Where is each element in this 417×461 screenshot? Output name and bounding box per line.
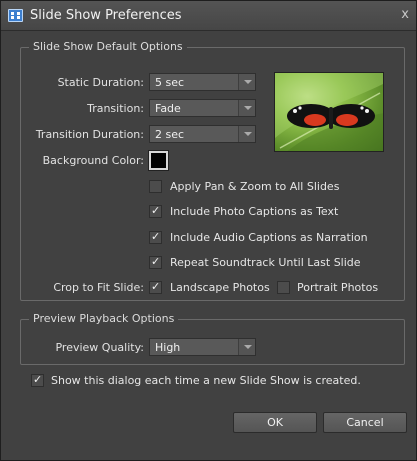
photo-captions-checkbox[interactable] [149, 204, 162, 218]
preview-quality-label: Preview Quality: [55, 341, 144, 354]
portrait-photos-checkbox[interactable] [277, 281, 290, 294]
chevron-down-icon [244, 106, 252, 110]
window-title: Slide Show Preferences [30, 8, 182, 23]
transition-duration-label: Transition Duration: [35, 128, 144, 141]
show-dialog-checkbox[interactable] [31, 373, 44, 387]
background-color-swatch[interactable] [148, 150, 169, 171]
preview-quality-select[interactable]: High [149, 338, 256, 356]
audio-captions-checkbox[interactable] [149, 230, 162, 244]
cancel-button[interactable]: Cancel [323, 412, 407, 433]
chevron-down-icon [244, 80, 252, 84]
slide-show-preferences-dialog: Slide Show Preferences x Slide Show Defa… [0, 0, 417, 461]
transition-duration-arrow [238, 126, 255, 142]
transition-label: Transition: [87, 102, 144, 115]
transition-arrow [238, 100, 255, 116]
show-dialog-label: Show this dialog each time a new Slide S… [51, 374, 361, 387]
transition-preview-image [274, 72, 384, 152]
background-color-label: Background Color: [42, 154, 144, 167]
default-options-legend: Slide Show Default Options [29, 40, 187, 53]
transition-duration-select[interactable]: 2 sec [149, 125, 256, 143]
chevron-down-icon [244, 345, 252, 349]
audio-captions-label: Include Audio Captions as Narration [170, 231, 368, 244]
butterfly-image [275, 73, 383, 151]
apply-pan-zoom-label: Apply Pan & Zoom to All Slides [170, 180, 340, 193]
preview-quality-arrow [238, 339, 255, 355]
static-duration-label: Static Duration: [57, 76, 144, 89]
ok-button[interactable]: OK [233, 412, 317, 433]
static-duration-select[interactable]: 5 sec [149, 73, 256, 91]
title-bar: Slide Show Preferences x [1, 1, 416, 31]
crop-to-fit-label: Crop to Fit Slide: [53, 281, 144, 294]
preview-options-legend: Preview Playback Options [29, 312, 179, 325]
preview-quality-value: High [155, 341, 181, 354]
landscape-photos-label: Landscape Photos [170, 281, 270, 294]
close-icon[interactable]: x [401, 7, 409, 22]
transition-duration-value: 2 sec [155, 128, 185, 141]
static-duration-value: 5 sec [155, 76, 185, 89]
landscape-photos-checkbox[interactable] [149, 280, 162, 294]
transition-select[interactable]: Fade [149, 99, 256, 117]
static-duration-arrow [238, 74, 255, 90]
photo-captions-label: Include Photo Captions as Text [170, 205, 339, 218]
repeat-soundtrack-checkbox[interactable] [149, 255, 162, 269]
chevron-down-icon [244, 132, 252, 136]
apply-pan-zoom-checkbox[interactable] [149, 180, 162, 193]
slideshow-app-icon [8, 9, 23, 22]
portrait-photos-label: Portrait Photos [297, 281, 379, 294]
repeat-soundtrack-label: Repeat Soundtrack Until Last Slide [170, 256, 361, 269]
transition-value: Fade [155, 102, 181, 115]
